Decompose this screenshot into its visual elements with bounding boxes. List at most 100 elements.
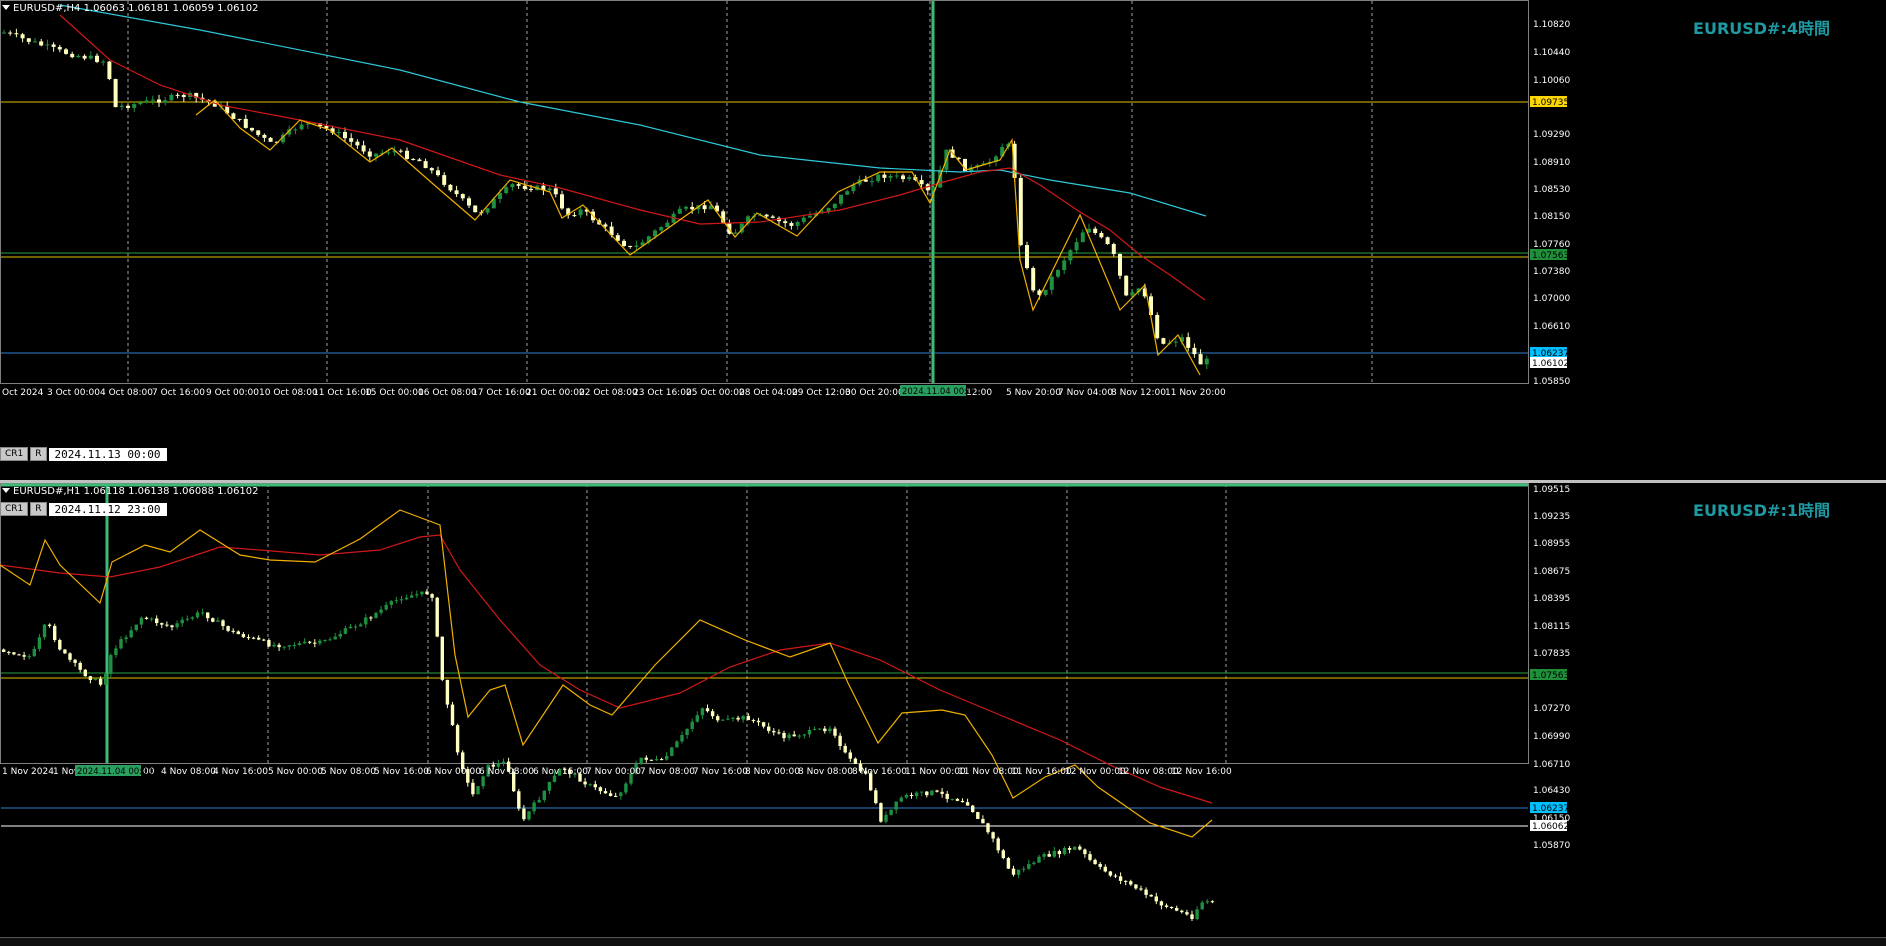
candle-body[interactable] [297,643,302,645]
candle-body[interactable] [839,194,843,204]
candle-body[interactable] [547,781,552,791]
candle-body[interactable] [901,175,905,180]
candle-body[interactable] [485,208,490,213]
candle-body[interactable] [8,32,13,34]
candle-body[interactable] [292,644,297,646]
candle-body[interactable] [165,624,169,626]
candle-body[interactable] [26,38,31,42]
candle-body[interactable] [614,795,618,797]
candle-body[interactable] [410,595,414,598]
candle-body[interactable] [262,134,267,138]
candle-body[interactable] [1099,233,1104,238]
candle-body[interactable] [57,46,62,50]
candle-body[interactable] [510,184,515,188]
candle-body[interactable] [216,620,220,622]
candle-body[interactable] [1031,268,1036,291]
candle-body[interactable] [338,633,342,637]
candle-body[interactable] [1155,315,1160,339]
candle-body[interactable] [78,662,82,670]
candle-body[interactable] [828,728,832,732]
candle-body[interactable] [343,628,348,634]
candle-body[interactable] [1124,880,1128,882]
candle-body[interactable] [644,757,648,760]
candle-body[interactable] [802,734,807,736]
candle-body[interactable] [845,191,850,195]
candle-body[interactable] [1111,244,1116,255]
candle-body[interactable] [1129,881,1133,885]
candle-body[interactable] [700,708,705,716]
candle-body[interactable] [920,791,924,793]
candle-body[interactable] [126,105,130,108]
candle-body[interactable] [981,818,985,824]
candle-body[interactable] [553,188,558,195]
candle-body[interactable] [764,214,769,217]
candle-body[interactable] [14,33,19,35]
candle-body[interactable] [751,720,756,722]
candle-body[interactable] [653,230,657,237]
candle-body[interactable] [783,221,788,224]
candle-body[interactable] [33,41,37,43]
candle-body[interactable] [93,678,98,681]
candle-body[interactable] [236,631,240,635]
candle-body[interactable] [919,180,924,185]
candle-body[interactable] [12,652,16,655]
candle-body[interactable] [733,232,738,234]
candle-body[interactable] [1159,901,1164,906]
candle-body[interactable] [578,209,583,216]
candle-body[interactable] [404,597,409,600]
candle-body[interactable] [516,184,521,186]
candle-body[interactable] [399,599,404,601]
candle-body[interactable] [367,151,372,157]
candle-body[interactable] [394,600,399,602]
candle-body[interactable] [430,594,434,598]
bottom-tab-bar[interactable] [0,937,1886,946]
candle-body[interactable] [471,782,475,795]
candle-body[interactable] [894,175,899,177]
candle-body[interactable] [157,99,161,103]
candle-body[interactable] [795,221,800,226]
candle-body[interactable] [1173,341,1178,343]
candle-body[interactable] [313,642,317,644]
candle-body[interactable] [1037,856,1041,863]
candle-body[interactable] [665,755,669,760]
candle-body[interactable] [1088,854,1092,860]
candle-body[interactable] [160,623,164,625]
candle-body[interactable] [175,623,179,628]
candle-body[interactable] [1144,889,1148,895]
candle-body[interactable] [547,188,552,191]
candle-body[interactable] [593,784,597,788]
candle-body[interactable] [76,55,81,58]
candle-body[interactable] [1130,292,1135,296]
candle-body[interactable] [53,625,57,641]
candle-body[interactable] [537,799,541,803]
candle-body[interactable] [83,669,87,677]
h4-cr1-button[interactable]: CR1 [0,447,29,461]
candle-body[interactable] [1200,902,1204,910]
candle-body[interactable] [560,194,564,209]
candle-body[interactable] [262,639,266,641]
candle-body[interactable] [268,137,273,142]
candle-body[interactable] [250,127,254,131]
candle-body[interactable] [894,801,898,810]
candle-body[interactable] [1049,276,1054,290]
candle-body[interactable] [190,617,195,619]
zigzag-line[interactable] [195,99,1201,376]
candle-body[interactable] [411,158,416,160]
candle-body[interactable] [211,618,215,622]
candle-body[interactable] [767,726,771,731]
candle-body[interactable] [838,735,842,746]
candle-body[interactable] [522,185,527,189]
candle-body[interactable] [398,150,403,152]
candle-body[interactable] [976,812,980,819]
candle-body[interactable] [2,32,6,34]
candle-body[interactable] [945,793,949,799]
candle-body[interactable] [812,728,817,730]
candle-body[interactable] [721,719,725,721]
candle-body[interactable] [950,798,954,800]
candle-body[interactable] [940,791,944,794]
candle-body[interactable] [1185,912,1189,915]
candle-body[interactable] [1103,866,1107,872]
candle-body[interactable] [870,181,874,183]
candle-body[interactable] [1154,896,1158,902]
candle-body[interactable] [476,786,480,795]
